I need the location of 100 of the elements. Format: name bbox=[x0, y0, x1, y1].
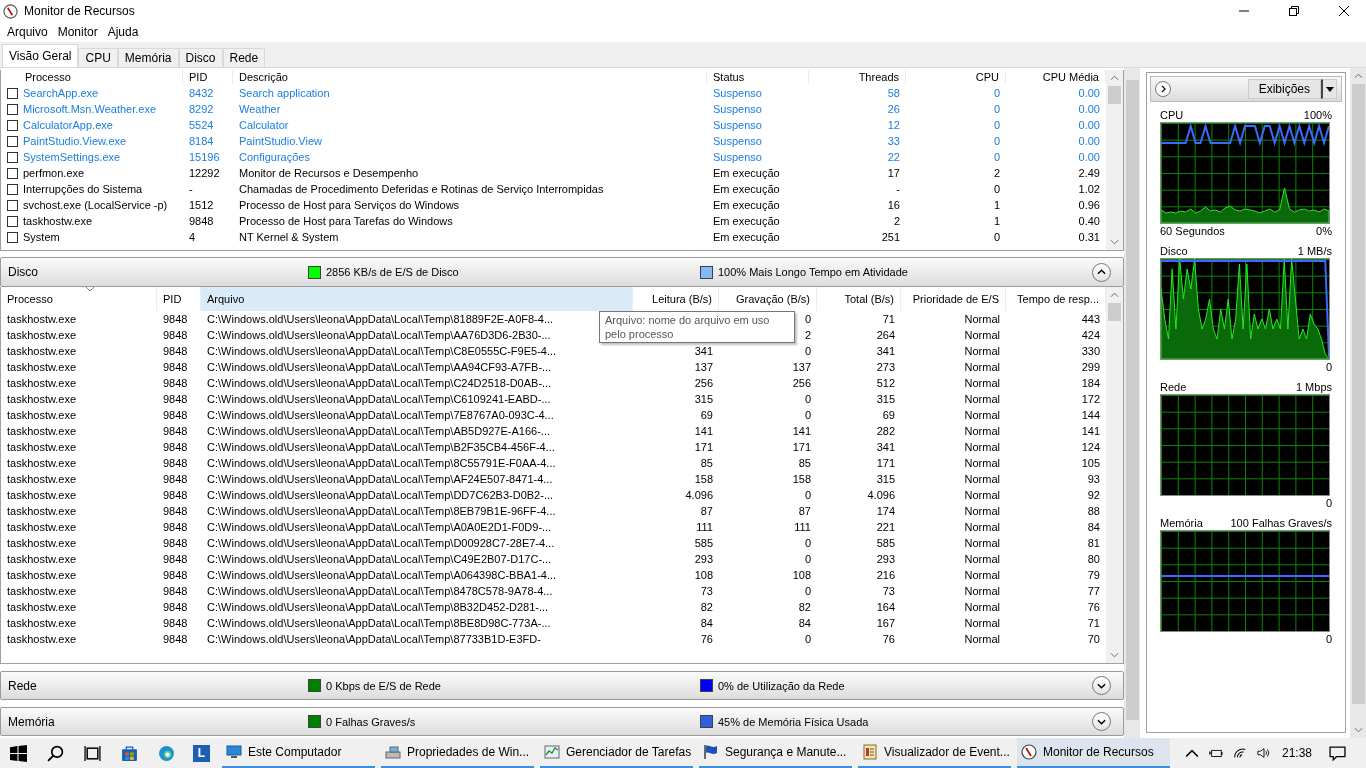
checkbox[interactable] bbox=[7, 167, 18, 179]
browser-icon[interactable] bbox=[158, 744, 175, 762]
scroll-thumb[interactable] bbox=[1108, 303, 1121, 321]
table-cell: 88 bbox=[1087, 505, 1100, 517]
scroll-thumb[interactable] bbox=[1351, 84, 1365, 704]
table-cell: 81 bbox=[1087, 537, 1100, 549]
notification-icon[interactable] bbox=[1329, 745, 1346, 761]
table-cell: 315 bbox=[876, 473, 895, 485]
start-icon[interactable] bbox=[10, 744, 27, 762]
chevron-up-icon[interactable] bbox=[1184, 747, 1199, 759]
table-cell: 0.00 bbox=[1078, 135, 1100, 147]
table-cell: C:\Windows.old\Users\leona\AppData\Local\Temp\8EB79B1E-96FF-4... bbox=[207, 505, 556, 517]
column-header[interactable]: Prioridade de E/S bbox=[901, 287, 1006, 311]
expand-button[interactable] bbox=[1092, 676, 1111, 695]
table-cell: 76 bbox=[700, 633, 713, 645]
table-cell: 0 bbox=[993, 183, 1000, 195]
tab[interactable]: Disco bbox=[178, 48, 223, 67]
tab[interactable]: Memória bbox=[117, 48, 179, 67]
scroll-up-icon[interactable] bbox=[1110, 75, 1119, 81]
scroll-thumb[interactable] bbox=[1125, 80, 1139, 720]
expand-button[interactable] bbox=[1155, 81, 1171, 97]
tab[interactable]: Rede bbox=[222, 48, 266, 67]
section-header[interactable]: Disco 2856 KB/s de E/S de Disco 100% Mais Longo Tempo em Atividade bbox=[0, 257, 1124, 287]
column-header[interactable]: Descrição bbox=[233, 70, 707, 84]
taskbar-item[interactable]: Propriedades de Win... bbox=[381, 738, 534, 768]
table-cell: 0 bbox=[804, 633, 811, 645]
scroll-down-icon[interactable] bbox=[1110, 239, 1119, 245]
scroll-up-icon[interactable] bbox=[1110, 292, 1119, 298]
checkbox[interactable] bbox=[7, 231, 18, 243]
taskbar-item[interactable]: Visualizador de Event... bbox=[858, 738, 1011, 768]
table-cell: 8292 bbox=[189, 103, 214, 115]
column-header[interactable]: PID bbox=[183, 70, 233, 84]
column-header[interactable]: Status bbox=[707, 70, 809, 84]
dropdown-button[interactable] bbox=[1321, 79, 1337, 99]
battery-icon[interactable] bbox=[1208, 747, 1223, 759]
monitor-icon bbox=[226, 744, 242, 760]
tab[interactable]: CPU bbox=[78, 48, 118, 67]
column-header[interactable]: Arquivo bbox=[201, 287, 633, 311]
table-cell: Normal bbox=[964, 361, 1000, 373]
menu-item[interactable]: Ajuda bbox=[102, 24, 144, 40]
task-view-icon[interactable] bbox=[84, 744, 101, 762]
checkbox[interactable] bbox=[7, 183, 18, 195]
taskbar-item[interactable]: Este Computador bbox=[222, 738, 375, 768]
search-icon[interactable] bbox=[47, 744, 64, 762]
chevron-icon bbox=[1097, 682, 1106, 689]
clock[interactable]: 21:38 bbox=[1281, 746, 1312, 760]
checkbox[interactable] bbox=[7, 199, 18, 211]
scrollbar[interactable] bbox=[1350, 68, 1366, 738]
table-cell: 184 bbox=[1081, 377, 1100, 389]
table-cell: C:\Windows.old\Users\leona\AppData\Local\Temp\C49E2B07-D17C-... bbox=[207, 553, 552, 565]
table-cell: 9848 bbox=[163, 361, 188, 373]
table-cell: 1 bbox=[993, 199, 1000, 211]
tab[interactable]: Visão Geral bbox=[2, 44, 79, 67]
taskbar-item[interactable]: Monitor de Recursos bbox=[1017, 738, 1170, 768]
window-title: Monitor de Recursos bbox=[24, 4, 135, 18]
checkbox[interactable] bbox=[7, 87, 18, 99]
column-header[interactable]: Processo bbox=[1, 70, 183, 84]
menu-item[interactable]: Arquivo bbox=[2, 24, 53, 40]
table-cell: C:\Windows.old\Users\leona\AppData\Local\Temp\8478C578-9A78-4... bbox=[207, 585, 553, 597]
column-header[interactable]: Threads bbox=[809, 70, 906, 84]
maximize-icon[interactable] bbox=[1289, 6, 1299, 16]
app-launcher-icon[interactable]: L bbox=[193, 744, 210, 762]
section-header[interactable]: Rede 0 Kbps de E/S de Rede 0% de Utilização da Rede bbox=[0, 671, 1124, 700]
expand-button[interactable] bbox=[1092, 712, 1111, 731]
table-cell: taskhostw.exe bbox=[7, 313, 77, 325]
taskbar-item[interactable]: Gerenciador de Tarefas bbox=[540, 738, 693, 768]
table-cell: Weather bbox=[239, 103, 281, 115]
checkbox[interactable] bbox=[7, 119, 18, 131]
column-header[interactable]: CPU bbox=[906, 70, 1006, 84]
table-cell: 84 bbox=[798, 617, 811, 629]
volume-icon[interactable] bbox=[1256, 747, 1271, 759]
scrollbar[interactable] bbox=[1106, 287, 1123, 663]
table-cell: 144 bbox=[1081, 409, 1100, 421]
scroll-up-icon[interactable] bbox=[1353, 73, 1363, 79]
store-icon[interactable] bbox=[121, 744, 138, 762]
checkbox[interactable] bbox=[7, 151, 18, 163]
scroll-down-icon[interactable] bbox=[1110, 652, 1119, 658]
checkbox[interactable] bbox=[7, 135, 18, 147]
checkbox[interactable] bbox=[7, 103, 18, 115]
taskbar-item[interactable]: Segurança e Manute... bbox=[699, 738, 852, 768]
views-button[interactable]: Exibições bbox=[1247, 79, 1321, 99]
table-cell: C:\Windows.old\Users\leona\AppData\Local\Temp\87733B1D-E3FD- bbox=[207, 633, 541, 645]
table-cell: Suspenso bbox=[713, 119, 762, 131]
column-header[interactable]: Processo bbox=[1, 287, 157, 311]
legend-label: 0 Kbps de E/S de Rede bbox=[326, 679, 441, 692]
column-header[interactable]: Total (B/s) bbox=[817, 287, 901, 311]
close-icon[interactable] bbox=[1339, 6, 1349, 16]
menu-item[interactable]: Monitor bbox=[52, 24, 103, 40]
scroll-thumb[interactable] bbox=[1108, 86, 1121, 104]
scrollbar[interactable] bbox=[1124, 68, 1140, 738]
table-cell: 71 bbox=[882, 313, 895, 325]
table-cell: 341 bbox=[876, 441, 895, 453]
wifi-icon[interactable] bbox=[1232, 747, 1247, 759]
collapse-button[interactable] bbox=[1092, 262, 1111, 282]
section-header[interactable]: Memória 0 Falhas Graves/s 45% de Memória Física Usada bbox=[0, 707, 1124, 736]
scroll-down-icon[interactable] bbox=[1353, 727, 1363, 733]
scrollbar[interactable] bbox=[1106, 70, 1123, 250]
table-cell: 512 bbox=[876, 377, 895, 389]
table-cell: 5524 bbox=[189, 119, 214, 131]
checkbox[interactable] bbox=[7, 215, 18, 227]
